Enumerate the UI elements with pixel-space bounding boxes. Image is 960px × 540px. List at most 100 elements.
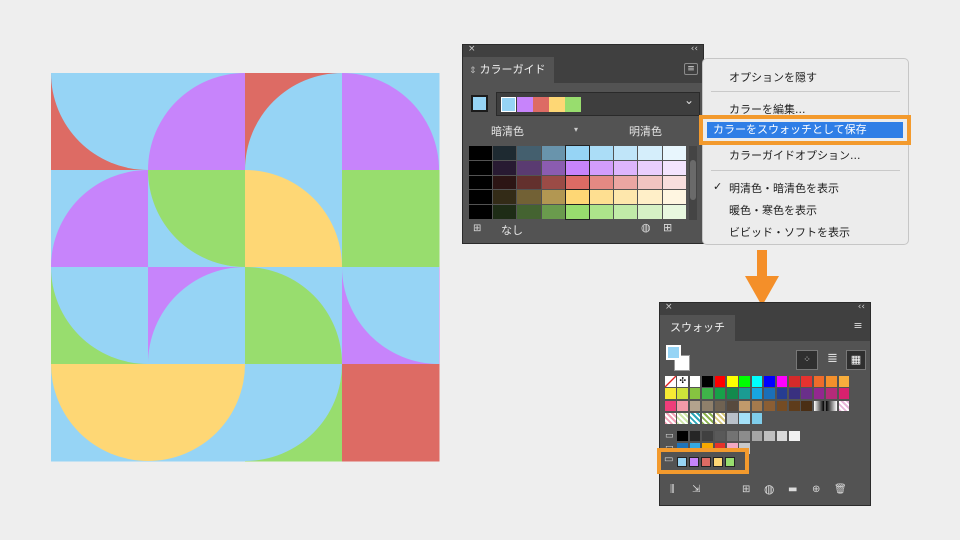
panel-menu-icon[interactable]: ≡ — [851, 320, 865, 333]
variation-swatch[interactable] — [590, 160, 614, 175]
variation-swatch[interactable] — [614, 146, 638, 160]
new-group-swatch[interactable] — [677, 457, 687, 467]
color-swatch[interactable] — [789, 430, 800, 442]
color-swatch[interactable] — [727, 388, 738, 399]
variation-swatch[interactable] — [638, 160, 662, 175]
color-swatch[interactable] — [801, 388, 812, 399]
variation-swatch[interactable] — [517, 205, 541, 219]
variation-swatch[interactable] — [517, 146, 541, 160]
color-swatch[interactable] — [714, 430, 726, 442]
color-swatch[interactable] — [689, 400, 701, 412]
variation-swatch[interactable] — [662, 146, 686, 160]
color-swatch[interactable] — [826, 388, 837, 399]
variation-swatch[interactable] — [662, 205, 686, 219]
variation-swatch[interactable] — [493, 160, 517, 175]
variation-swatch[interactable] — [590, 205, 614, 219]
color-swatch[interactable] — [751, 388, 763, 399]
color-swatch[interactable] — [751, 413, 763, 424]
gradient-swatch[interactable] — [826, 400, 837, 412]
new-group-swatch[interactable] — [713, 457, 723, 467]
folder-icon[interactable]: ▬ — [788, 484, 797, 495]
color-swatch[interactable] — [789, 376, 800, 387]
tab-swatches[interactable]: スウォッチ — [660, 315, 735, 341]
color-swatch[interactable] — [714, 376, 726, 387]
menu-item-guide-options[interactable]: カラーガイドオプション... — [729, 147, 861, 163]
variation-swatch[interactable] — [517, 175, 541, 190]
chevron-down-icon[interactable]: ⌄ — [684, 93, 694, 107]
variation-swatch[interactable] — [541, 205, 565, 219]
variation-swatch[interactable] — [564, 174, 590, 191]
pattern-swatch[interactable] — [714, 413, 726, 424]
variation-swatch[interactable] — [564, 159, 590, 176]
pattern-swatch[interactable] — [689, 413, 701, 424]
trash-icon[interactable]: 🗑 — [834, 484, 847, 495]
variation-swatch[interactable] — [564, 145, 590, 161]
color-swatch[interactable] — [702, 376, 713, 387]
color-swatch[interactable] — [764, 430, 775, 442]
color-swatch[interactable] — [739, 430, 750, 442]
color-swatch[interactable] — [702, 400, 713, 412]
import-icon[interactable]: ⇲ — [692, 484, 700, 495]
color-swatch[interactable] — [702, 388, 713, 399]
grid-scrollbar[interactable] — [689, 146, 697, 220]
harmony-rules-bar[interactable]: ⌄ — [496, 92, 700, 116]
variation-swatch[interactable] — [662, 190, 686, 205]
color-swatch[interactable] — [702, 430, 713, 442]
color-swatch[interactable] — [714, 400, 726, 412]
color-swatch[interactable] — [801, 376, 812, 387]
color-swatch[interactable] — [739, 400, 750, 412]
base-color-swatch[interactable] — [471, 95, 488, 112]
variation-swatch[interactable] — [469, 190, 493, 205]
close-icon[interactable]: × — [468, 44, 476, 54]
variation-swatch[interactable] — [614, 175, 638, 190]
panel-menu-icon[interactable]: ≡ — [684, 63, 698, 75]
color-swatch[interactable] — [764, 388, 775, 399]
pattern-swatch[interactable] — [838, 400, 850, 412]
variation-swatch[interactable] — [493, 190, 517, 205]
tab-color-guide[interactable]: ⇕ カラーガイド — [463, 57, 554, 83]
menu-item-warm-cool[interactable]: 暖色・寒色を表示 — [729, 202, 817, 218]
new-group-swatch[interactable] — [689, 457, 699, 467]
variation-swatch[interactable] — [517, 190, 541, 205]
color-swatch[interactable] — [739, 413, 750, 424]
color-swatch[interactable] — [764, 376, 775, 387]
variation-swatch[interactable] — [638, 175, 662, 190]
color-swatch[interactable] — [838, 376, 850, 387]
variation-swatch[interactable] — [469, 175, 493, 190]
variation-swatch[interactable] — [638, 190, 662, 205]
color-swatch[interactable] — [677, 400, 688, 412]
variation-swatch[interactable] — [614, 190, 638, 205]
pattern-swatch[interactable] — [677, 413, 688, 424]
gradient-swatch[interactable] — [813, 400, 825, 412]
color-swatch[interactable] — [727, 400, 738, 412]
library-icon[interactable]: ⫼ — [670, 484, 675, 495]
close-icon[interactable]: × — [665, 302, 673, 312]
variation-swatch[interactable] — [590, 190, 614, 205]
variation-swatch[interactable] — [493, 146, 517, 160]
save-group-icon[interactable]: ⊞ — [663, 221, 672, 234]
variation-swatch[interactable] — [564, 204, 590, 220]
menu-item-save-as-swatches[interactable]: カラーをスウォッチとして保存 — [707, 122, 903, 138]
variation-swatch[interactable] — [564, 189, 590, 206]
new-swatch-icon[interactable]: ⊕ — [812, 484, 820, 495]
variation-swatch[interactable] — [469, 146, 493, 160]
variation-swatch[interactable] — [541, 175, 565, 190]
color-swatch[interactable] — [764, 400, 775, 412]
color-swatch[interactable] — [677, 430, 688, 442]
variation-swatch[interactable] — [493, 205, 517, 219]
color-swatch[interactable] — [776, 388, 788, 399]
pattern-swatch[interactable] — [665, 413, 676, 424]
folder-icon[interactable]: ▭ — [664, 454, 673, 465]
color-swatch[interactable] — [751, 400, 763, 412]
variation-swatch[interactable] — [517, 160, 541, 175]
collapse-icon[interactable]: ‹‹ — [858, 302, 865, 312]
variation-swatch[interactable] — [662, 175, 686, 190]
harmony-swatch[interactable] — [565, 97, 581, 112]
none-swatch[interactable] — [665, 376, 676, 387]
color-swatch[interactable] — [689, 388, 701, 399]
color-swatch[interactable] — [727, 413, 738, 424]
color-swatch[interactable] — [739, 376, 750, 387]
collapse-icon[interactable]: ‹‹ — [691, 44, 698, 54]
color-swatch[interactable] — [727, 430, 738, 442]
new-group-swatch[interactable] — [725, 457, 735, 467]
